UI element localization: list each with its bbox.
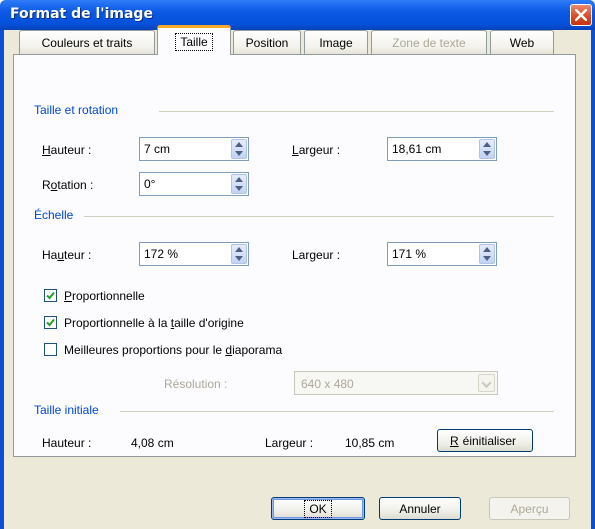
group-title-scale: Échelle [34, 208, 74, 222]
height-spinner[interactable]: 7 cm [139, 137, 249, 161]
resolution-value: 640 x 480 [301, 377, 354, 391]
best-scale-checkbox[interactable] [44, 343, 57, 356]
scale-width-label: Largeur : [292, 248, 341, 262]
scale-height-label: Hauteur : [42, 248, 92, 262]
spin-arrows-icon[interactable] [479, 244, 495, 264]
scale-height-value: 172 % [144, 247, 179, 261]
relative-original-checkbox[interactable] [44, 316, 57, 329]
window-title: Format de l'image [10, 6, 153, 22]
ok-label: OK [304, 499, 332, 518]
best-scale-label[interactable]: Meilleures proportions pour le diaporama [64, 343, 282, 357]
rotation-spinner[interactable]: 0° [139, 172, 249, 196]
checkmark-icon [46, 291, 55, 300]
reset-button[interactable]: Réinitialiser [437, 429, 533, 452]
close-icon [575, 9, 587, 21]
tab-image[interactable]: Image [304, 30, 368, 54]
cancel-button[interactable]: Annuler [379, 497, 461, 520]
group-title-size-rotation: Taille et rotation [34, 103, 119, 117]
height-value: 7 cm [144, 142, 171, 156]
cancel-label: Annuler [399, 501, 441, 516]
scale-width-spinner[interactable]: 171 % [387, 242, 497, 266]
scale-height-spinner[interactable]: 172 % [139, 242, 249, 266]
rotation-label: Rotation : [42, 178, 94, 192]
group-title-original-size: Taille initiale [34, 403, 99, 417]
close-button[interactable] [570, 4, 592, 26]
original-height-value: 4,08 cm [131, 436, 174, 450]
group-divider [84, 216, 554, 217]
tab-label: Taille [175, 32, 213, 51]
chevron-down-icon [478, 374, 495, 392]
tab-taille[interactable]: Taille [157, 25, 231, 55]
tab-label: Couleurs et traits [41, 35, 133, 50]
tab-label: Image [319, 35, 353, 50]
tab-label: Zone de texte [392, 35, 466, 50]
relative-original-label[interactable]: Proportionnelle à la taille d'origine [64, 316, 244, 330]
rotation-value: 0° [144, 177, 156, 191]
group-divider [120, 411, 554, 412]
spin-arrows-icon[interactable] [231, 174, 247, 194]
ok-button[interactable]: OK [271, 497, 365, 520]
original-width-value: 10,85 cm [345, 436, 395, 450]
tab-zone-de-texte: Zone de texte [371, 30, 487, 54]
checkmark-icon [46, 318, 55, 327]
tab-couleurs-et-traits[interactable]: Couleurs et traits [19, 30, 155, 54]
original-width-label: Largeur : [265, 436, 314, 450]
height-label: Hauteur : [42, 143, 92, 157]
resolution-select: 640 x 480 [294, 371, 498, 395]
width-label: Largeur : [292, 143, 341, 157]
tab-label: Position [245, 35, 289, 50]
tab-web[interactable]: Web [490, 30, 554, 54]
spin-arrows-icon[interactable] [231, 244, 247, 264]
preview-button: Aperçu [489, 497, 570, 520]
lock-aspect-checkbox[interactable] [44, 289, 57, 302]
spin-arrows-icon[interactable] [479, 139, 495, 159]
tab-label: Web [509, 35, 535, 50]
tab-panel-taille: Taille et rotation Hauteur : 7 cm Largeu… [13, 54, 576, 457]
width-spinner[interactable]: 18,61 cm [387, 137, 497, 161]
tab-position[interactable]: Position [233, 30, 301, 54]
spin-arrows-icon[interactable] [231, 139, 247, 159]
width-value: 18,61 cm [392, 142, 442, 156]
scale-width-value: 171 % [392, 247, 427, 261]
group-divider [159, 111, 554, 112]
dialog-window: Format de l'image Couleurs et traits Tai… [0, 0, 595, 529]
resolution-label: Résolution : [164, 377, 228, 391]
lock-aspect-label[interactable]: Proportionnelle [64, 289, 145, 303]
title-bar[interactable]: Format de l'image [0, 0, 595, 30]
preview-label: Aperçu [510, 501, 549, 516]
original-height-label: Hauteur : [42, 436, 92, 450]
